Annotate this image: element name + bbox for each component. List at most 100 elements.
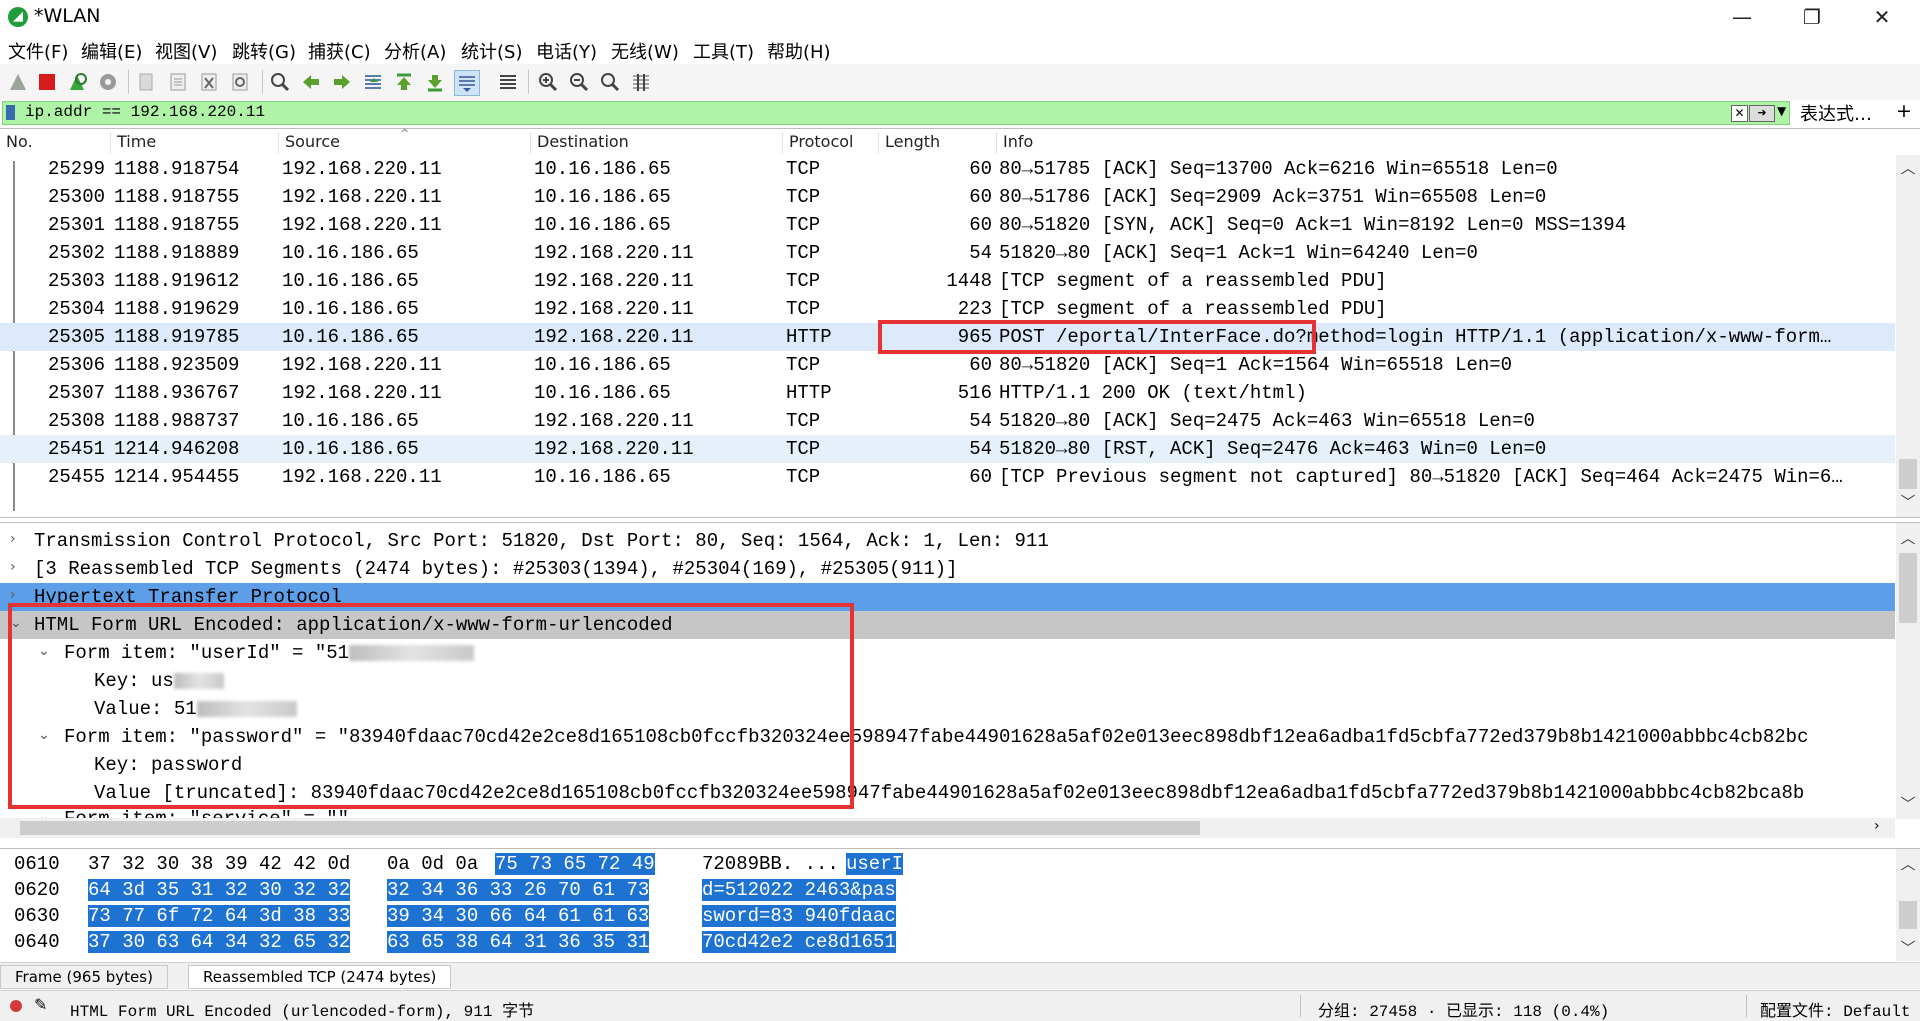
restart-capture-icon[interactable] bbox=[65, 70, 89, 94]
menu-go[interactable]: 跳转(G) bbox=[232, 38, 296, 64]
go-to-packet-icon[interactable] bbox=[361, 70, 385, 94]
detail-password-value[interactable]: Value [truncated]: 83940fdaac70cd42e2ce8… bbox=[0, 779, 1895, 807]
packet-row[interactable]: 25305 1188.919785 10.16.186.65 192.168.220.… bbox=[0, 323, 1895, 351]
column-source[interactable]: Source bbox=[278, 132, 340, 154]
collapse-arrow-icon[interactable]: ⌄ bbox=[38, 643, 50, 659]
maximize-button[interactable]: ❐ bbox=[1782, 0, 1842, 34]
menu-telephony[interactable]: 电话(Y) bbox=[536, 38, 597, 64]
packet-row[interactable]: 25301 1188.918755 192.168.220.11 10.16.186.… bbox=[0, 211, 1895, 239]
minimize-button[interactable]: — bbox=[1712, 0, 1772, 34]
scroll-up-icon[interactable]: ︿ bbox=[1896, 527, 1920, 548]
go-forward-icon[interactable] bbox=[330, 70, 354, 94]
cell-len: 1448 bbox=[946, 270, 992, 292]
menu-help[interactable]: 帮助(H) bbox=[767, 38, 831, 64]
packet-row[interactable]: 25455 1214.954455 192.168.220.11 10.16.186.… bbox=[0, 463, 1895, 491]
detail-form-urlencoded[interactable]: ⌄ HTML Form URL Encoded: application/x-w… bbox=[0, 611, 1895, 639]
packet-row[interactable]: 25302 1188.918889 10.16.186.65 192.168.220.… bbox=[0, 239, 1895, 267]
autoscroll-icon[interactable] bbox=[454, 70, 480, 96]
menu-file[interactable]: 文件(F) bbox=[8, 38, 68, 64]
cell-no: 25303 bbox=[48, 270, 106, 292]
scroll-down-icon[interactable]: ﹀ bbox=[1896, 937, 1920, 958]
packet-row[interactable]: 25299 1188.918754 192.168.220.11 10.16.186.… bbox=[0, 155, 1895, 183]
column-time[interactable]: Time bbox=[110, 132, 156, 154]
packet-row[interactable]: 25306 1188.923509 192.168.220.11 10.16.186.… bbox=[0, 351, 1895, 379]
detail-form-item-userid[interactable]: ⌄ Form item: "userId" = "51 bbox=[0, 639, 1895, 667]
detail-http[interactable]: › Hypertext Transfer Protocol bbox=[0, 583, 1895, 611]
detail-userid-value[interactable]: Value: 51 bbox=[0, 695, 1895, 723]
details-horizontal-scrollbar[interactable]: › bbox=[0, 818, 1895, 838]
packet-row[interactable]: 25307 1188.936767 192.168.220.11 10.16.186.… bbox=[0, 379, 1895, 407]
display-filter-input[interactable]: ip.addr == 192.168.220.11 ✕ ➜ ▼ bbox=[2, 101, 1790, 125]
status-profile[interactable]: 配置文件: Default bbox=[1760, 997, 1910, 1021]
go-first-packet-icon[interactable] bbox=[392, 70, 416, 94]
detail-form-item-password[interactable]: ⌄ Form item: "password" = "83940fdaac70c… bbox=[0, 723, 1895, 751]
apply-filter-icon[interactable]: ➜ bbox=[1749, 105, 1775, 122]
detail-userid-key[interactable]: Key: us bbox=[0, 667, 1895, 695]
reload-file-icon[interactable] bbox=[228, 70, 252, 94]
colorize-icon[interactable] bbox=[496, 70, 520, 94]
menu-statistics[interactable]: 统计(S) bbox=[461, 38, 522, 64]
column-destination[interactable]: Destination bbox=[530, 132, 629, 154]
scroll-down-icon[interactable]: ﹀ bbox=[1896, 793, 1920, 814]
menu-capture[interactable]: 捕获(C) bbox=[308, 38, 371, 64]
find-packet-icon[interactable] bbox=[268, 70, 292, 94]
tab-frame-bytes[interactable]: Frame (965 bytes) bbox=[0, 965, 168, 989]
packet-row[interactable]: 25300 1188.918755 192.168.220.11 10.16.186.… bbox=[0, 183, 1895, 211]
collapse-arrow-icon[interactable]: ⌄ bbox=[38, 727, 50, 743]
scroll-right-icon[interactable]: › bbox=[1874, 818, 1880, 834]
zoom-reset-icon[interactable] bbox=[598, 70, 622, 94]
menu-wireless[interactable]: 无线(W) bbox=[611, 38, 679, 64]
close-button[interactable]: ✕ bbox=[1852, 0, 1912, 34]
start-capture-icon[interactable] bbox=[6, 70, 30, 94]
zoom-in-icon[interactable] bbox=[536, 70, 560, 94]
detail-tcp[interactable]: › Transmission Control Protocol, Src Por… bbox=[0, 527, 1895, 555]
go-last-packet-icon[interactable] bbox=[423, 70, 447, 94]
cell-no: 25307 bbox=[48, 382, 106, 404]
cell-no: 25300 bbox=[48, 186, 106, 208]
menu-analyze[interactable]: 分析(A) bbox=[384, 38, 446, 64]
collapse-arrow-icon[interactable]: ⌄ bbox=[10, 615, 22, 631]
filter-dropdown-icon[interactable]: ▼ bbox=[1777, 104, 1786, 118]
display-filter-bar: ip.addr == 192.168.220.11 ✕ ➜ ▼ 表达式… + bbox=[0, 100, 1920, 126]
menu-tools[interactable]: 工具(T) bbox=[693, 38, 754, 64]
zoom-out-icon[interactable] bbox=[567, 70, 591, 94]
expand-arrow-icon[interactable]: › bbox=[10, 531, 16, 547]
detail-form-item-service[interactable]: ⌄ Form item: "service" = "" bbox=[0, 805, 1895, 819]
column-protocol[interactable]: Protocol bbox=[782, 132, 853, 154]
column-length[interactable]: Length bbox=[878, 132, 940, 154]
stop-capture-icon[interactable] bbox=[35, 70, 59, 94]
scroll-down-icon[interactable]: ﹀ bbox=[1896, 491, 1920, 512]
bytes-scroll-thumb[interactable] bbox=[1899, 901, 1917, 929]
clear-filter-icon[interactable]: ✕ bbox=[1731, 105, 1748, 122]
scroll-up-icon[interactable]: ︿ bbox=[1896, 853, 1920, 874]
packet-row[interactable]: 25308 1188.988737 10.16.186.65 192.168.220.… bbox=[0, 407, 1895, 435]
column-info[interactable]: Info bbox=[996, 132, 1033, 154]
packet-row[interactable]: 25451 1214.946208 10.16.186.65 192.168.220.… bbox=[0, 435, 1895, 463]
expand-arrow-icon[interactable]: › bbox=[10, 587, 16, 603]
add-filter-button[interactable]: + bbox=[1896, 100, 1912, 122]
tab-reassembled-tcp[interactable]: Reassembled TCP (2474 bytes) bbox=[188, 965, 452, 989]
packet-list-scroll-thumb[interactable] bbox=[1899, 459, 1917, 489]
column-no[interactable]: No. bbox=[0, 132, 33, 154]
scroll-up-icon[interactable]: ︿ bbox=[1896, 157, 1920, 178]
details-scroll-thumb[interactable] bbox=[1899, 553, 1917, 623]
capture-options-icon[interactable] bbox=[96, 70, 120, 94]
edit-comment-icon[interactable]: ✎ bbox=[34, 995, 47, 1014]
go-back-icon[interactable] bbox=[299, 70, 323, 94]
expert-info-icon[interactable] bbox=[10, 1000, 22, 1012]
close-file-icon[interactable] bbox=[197, 70, 221, 94]
filter-bookmark-icon[interactable] bbox=[6, 105, 15, 120]
detail-password-key[interactable]: Key: password bbox=[0, 751, 1895, 779]
menu-view[interactable]: 视图(V) bbox=[155, 38, 217, 64]
details-hscroll-thumb[interactable] bbox=[20, 821, 1200, 835]
packet-row[interactable]: 25303 1188.919612 10.16.186.65 192.168.220.… bbox=[0, 267, 1895, 295]
open-file-icon[interactable] bbox=[134, 70, 158, 94]
packet-row[interactable]: 25304 1188.919629 10.16.186.65 192.168.220.… bbox=[0, 295, 1895, 323]
expand-arrow-icon[interactable]: › bbox=[10, 559, 16, 575]
save-file-icon[interactable] bbox=[166, 70, 190, 94]
cell-proto: TCP bbox=[786, 214, 821, 236]
detail-reassembled[interactable]: › [3 Reassembled TCP Segments (2474 byte… bbox=[0, 555, 1895, 583]
filter-expression-button[interactable]: 表达式… bbox=[1800, 100, 1872, 126]
menu-edit[interactable]: 编辑(E) bbox=[81, 38, 142, 64]
resize-columns-icon[interactable] bbox=[629, 70, 653, 94]
